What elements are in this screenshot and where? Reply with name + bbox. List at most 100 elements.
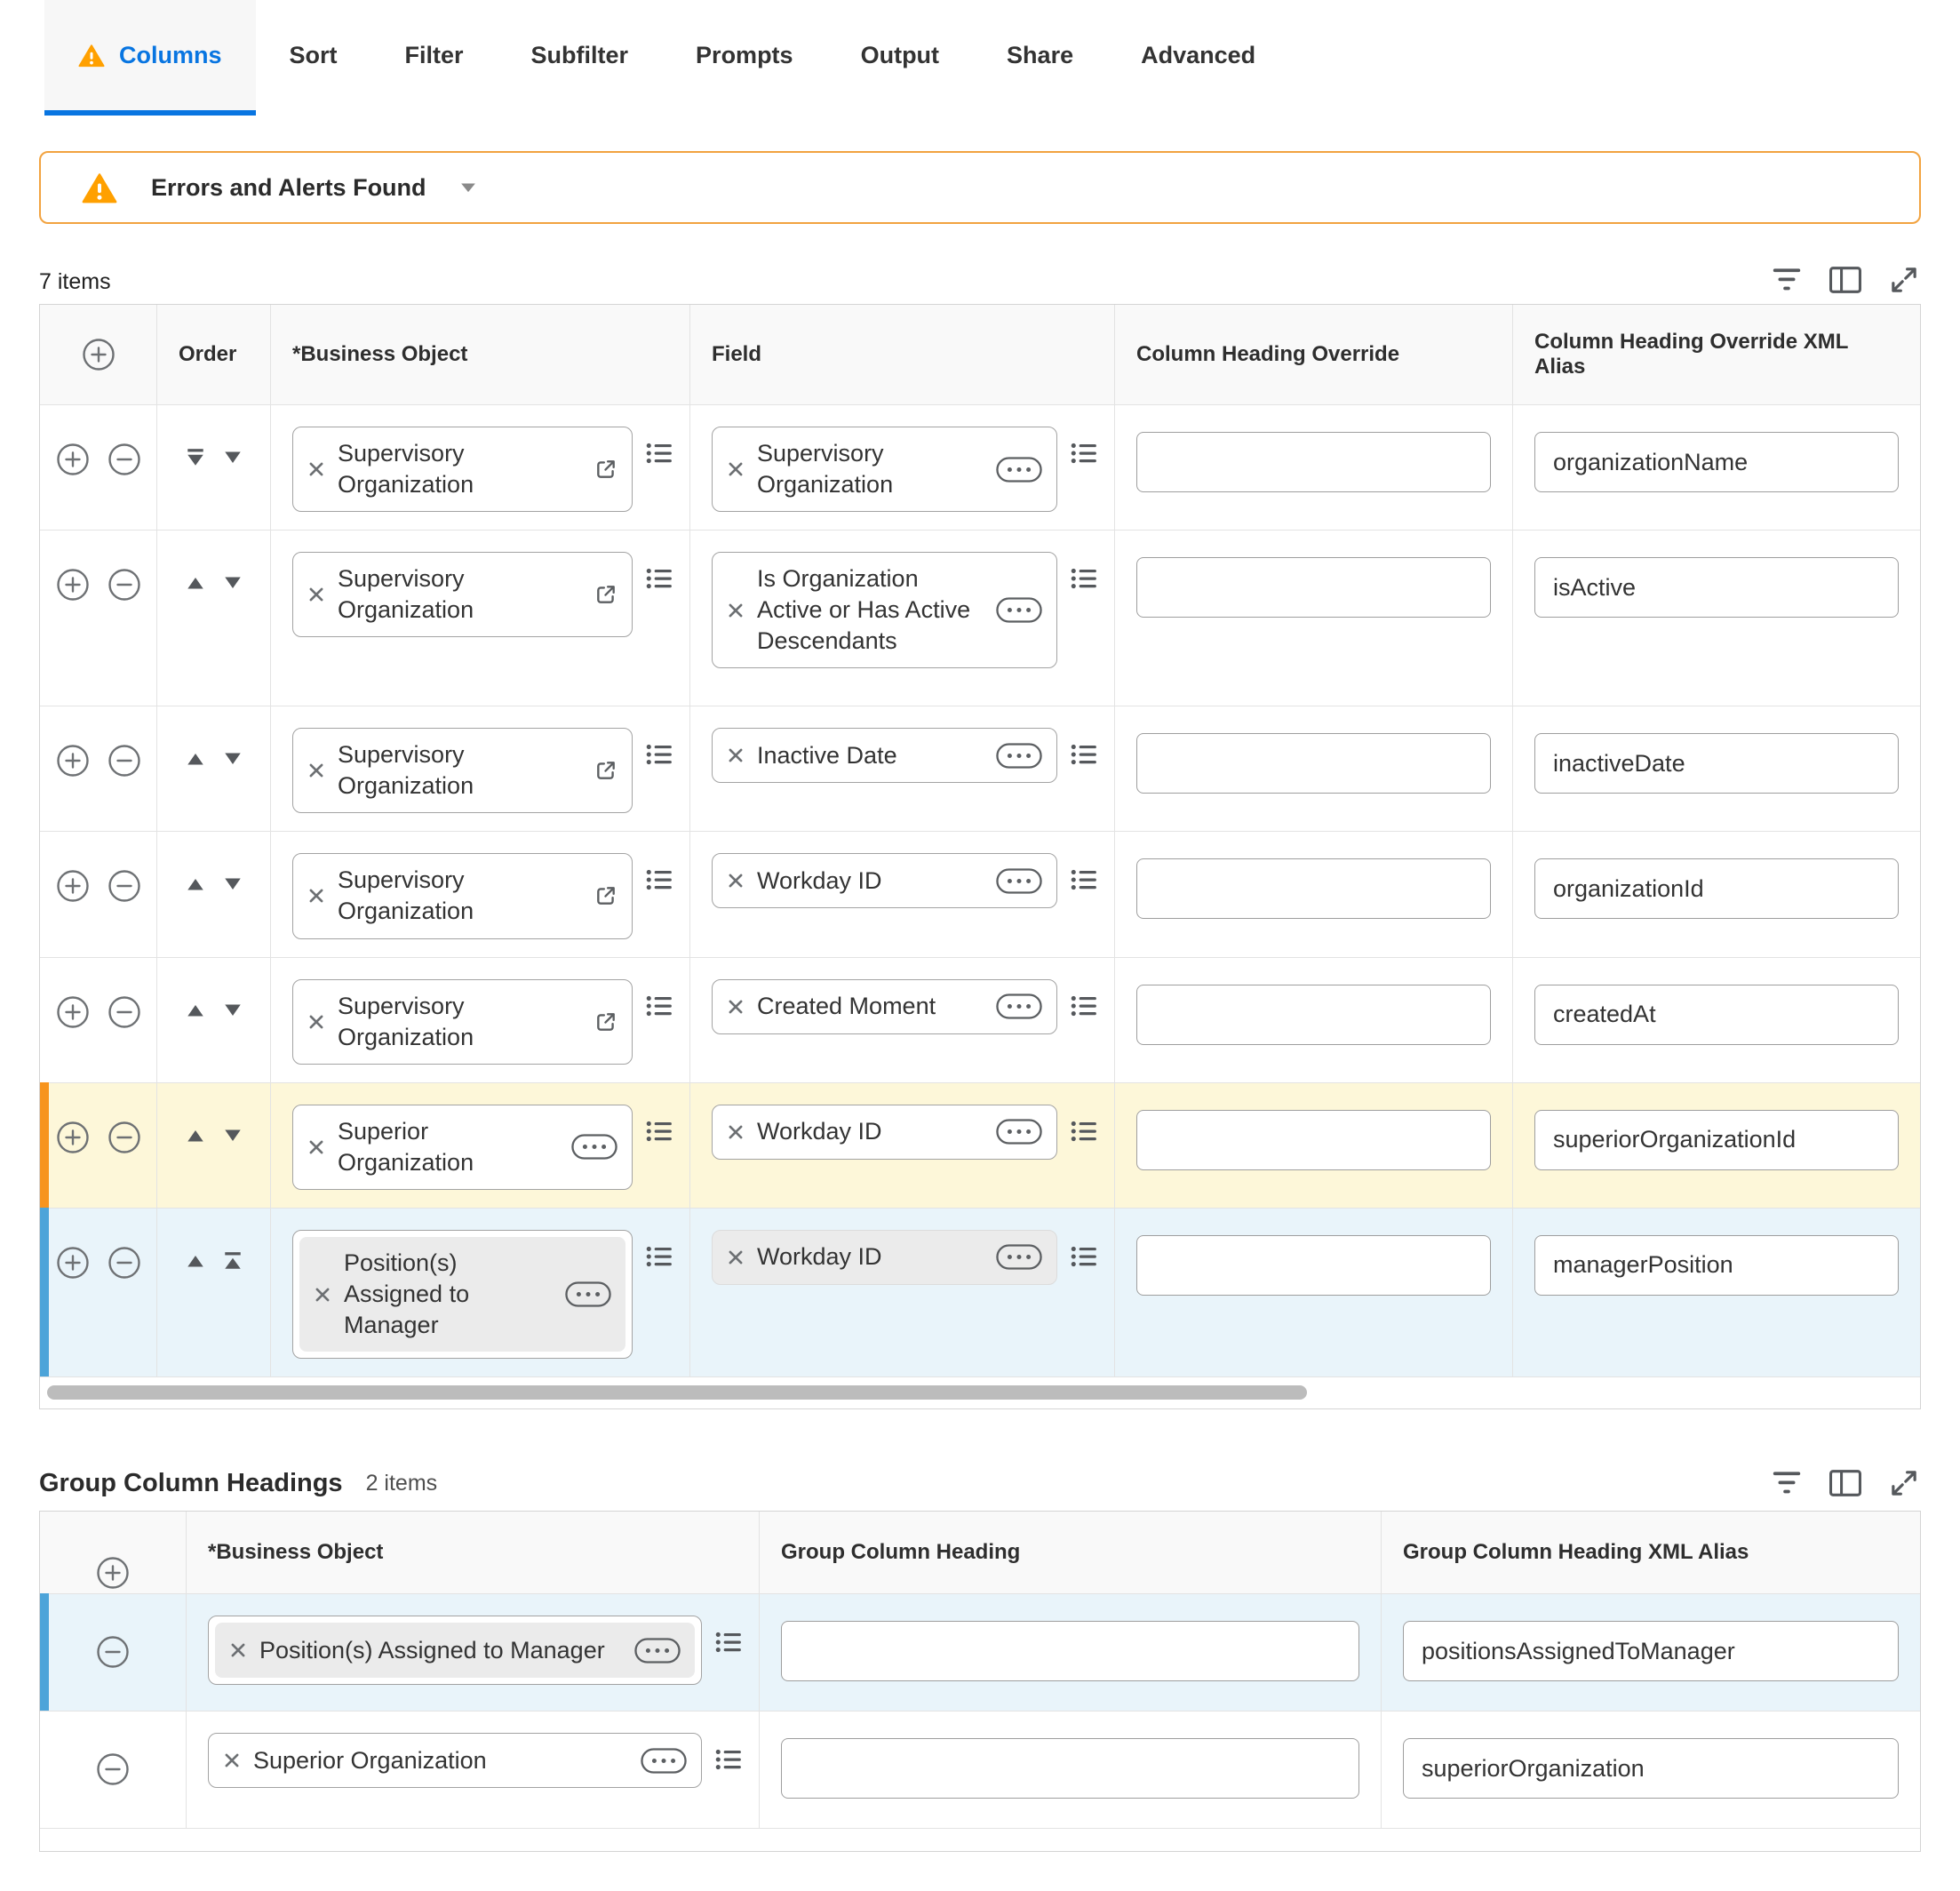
- remove-value-icon[interactable]: [727, 602, 745, 619]
- related-actions-icon[interactable]: [1070, 993, 1098, 1018]
- related-actions-icon[interactable]: [714, 1747, 743, 1772]
- insert-row-button[interactable]: [56, 869, 90, 903]
- related-actions-icon[interactable]: [1070, 1119, 1098, 1144]
- insert-row-button[interactable]: [56, 1246, 90, 1280]
- xml-alias-input[interactable]: [1534, 733, 1899, 794]
- tab-advanced[interactable]: Advanced: [1107, 0, 1289, 116]
- remove-value-icon[interactable]: [229, 1641, 247, 1659]
- tab-filter[interactable]: Filter: [371, 0, 498, 116]
- tab-output[interactable]: Output: [827, 0, 973, 116]
- business-object-chip[interactable]: Superior Organization: [292, 1105, 633, 1190]
- remove-row-button[interactable]: [108, 1246, 141, 1280]
- field-chip[interactable]: Supervisory Organization: [712, 427, 1057, 512]
- group-column-heading-input[interactable]: [781, 1738, 1359, 1799]
- related-actions-icon[interactable]: [1070, 566, 1098, 591]
- add-row-header-button[interactable]: [96, 1556, 130, 1590]
- freeze-columns-icon[interactable]: [1829, 265, 1862, 295]
- ellipsis-icon[interactable]: [996, 457, 1042, 483]
- ellipsis-icon[interactable]: [996, 868, 1042, 894]
- move-to-top-icon[interactable]: [222, 1251, 243, 1271]
- remove-value-icon[interactable]: [727, 746, 745, 764]
- move-to-bottom-icon[interactable]: [185, 448, 206, 467]
- filter-grid-icon[interactable]: [1770, 1468, 1804, 1498]
- column-heading-override-input[interactable]: [1136, 733, 1491, 794]
- business-object-chip[interactable]: Superior Organization: [208, 1733, 702, 1788]
- ellipsis-icon[interactable]: [996, 743, 1042, 769]
- column-heading-override-input[interactable]: [1136, 557, 1491, 618]
- ellipsis-icon[interactable]: [996, 597, 1042, 623]
- remove-value-icon[interactable]: [307, 1013, 325, 1031]
- tab-subfilter[interactable]: Subfilter: [498, 0, 663, 116]
- add-row-header-button[interactable]: [82, 338, 116, 371]
- errors-alert-banner[interactable]: Errors and Alerts Found: [39, 151, 1921, 224]
- business-object-chip[interactable]: Supervisory Organization: [292, 552, 633, 637]
- remove-value-icon[interactable]: [314, 1286, 331, 1304]
- remove-value-icon[interactable]: [307, 586, 325, 603]
- column-heading-override-input[interactable]: [1136, 1235, 1491, 1296]
- move-up-icon[interactable]: [185, 874, 206, 894]
- move-down-icon[interactable]: [222, 749, 243, 769]
- field-chip[interactable]: Created Moment: [712, 979, 1057, 1034]
- remove-value-icon[interactable]: [727, 460, 745, 478]
- remove-value-icon[interactable]: [727, 1123, 745, 1141]
- move-up-icon[interactable]: [185, 1126, 206, 1145]
- remove-value-icon[interactable]: [727, 1249, 745, 1266]
- column-heading-override-input[interactable]: [1136, 432, 1491, 492]
- remove-row-button[interactable]: [96, 1635, 130, 1669]
- column-heading-override-input[interactable]: [1136, 1110, 1491, 1170]
- ellipsis-icon[interactable]: [641, 1748, 687, 1774]
- remove-row-button[interactable]: [96, 1752, 130, 1786]
- external-link-icon[interactable]: [594, 1010, 617, 1033]
- remove-value-icon[interactable]: [307, 1138, 325, 1156]
- group-xml-alias-input[interactable]: [1403, 1738, 1899, 1799]
- move-down-icon[interactable]: [222, 1001, 243, 1020]
- column-heading-override-input[interactable]: [1136, 985, 1491, 1045]
- business-object-chip[interactable]: Position(s) Assigned to Manager: [299, 1237, 625, 1352]
- related-actions-icon[interactable]: [645, 441, 673, 466]
- remove-row-button[interactable]: [108, 744, 141, 778]
- external-link-icon[interactable]: [594, 583, 617, 606]
- business-object-chip[interactable]: Position(s) Assigned to Manager: [215, 1623, 695, 1678]
- chevron-down-icon[interactable]: [460, 182, 476, 193]
- xml-alias-input[interactable]: [1534, 858, 1899, 919]
- freeze-columns-icon[interactable]: [1829, 1468, 1862, 1498]
- xml-alias-input[interactable]: [1534, 432, 1899, 492]
- group-column-heading-input[interactable]: [781, 1621, 1359, 1681]
- related-actions-icon[interactable]: [645, 566, 673, 591]
- group-xml-alias-input[interactable]: [1403, 1621, 1899, 1681]
- business-object-chip[interactable]: Supervisory Organization: [292, 979, 633, 1065]
- move-down-icon[interactable]: [222, 448, 243, 467]
- insert-row-button[interactable]: [56, 443, 90, 476]
- field-chip[interactable]: Inactive Date: [712, 728, 1057, 783]
- ellipsis-icon[interactable]: [565, 1281, 611, 1307]
- insert-row-button[interactable]: [56, 568, 90, 602]
- related-actions-icon[interactable]: [645, 867, 673, 892]
- related-actions-icon[interactable]: [714, 1630, 743, 1655]
- business-object-chip[interactable]: Supervisory Organization: [292, 728, 633, 813]
- tab-columns[interactable]: Columns: [44, 0, 256, 116]
- tab-prompts[interactable]: Prompts: [662, 0, 827, 116]
- horizontal-scrollbar-thumb[interactable]: [47, 1385, 1307, 1400]
- insert-row-button[interactable]: [56, 995, 90, 1029]
- xml-alias-input[interactable]: [1534, 1110, 1899, 1170]
- related-actions-icon[interactable]: [1070, 742, 1098, 767]
- expand-grid-icon[interactable]: [1887, 265, 1921, 295]
- remove-row-button[interactable]: [108, 443, 141, 476]
- remove-value-icon[interactable]: [307, 460, 325, 478]
- remove-row-button[interactable]: [108, 568, 141, 602]
- expand-grid-icon[interactable]: [1887, 1468, 1921, 1498]
- remove-value-icon[interactable]: [223, 1751, 241, 1769]
- related-actions-icon[interactable]: [645, 1244, 673, 1269]
- field-chip[interactable]: Workday ID: [712, 1105, 1057, 1160]
- remove-row-button[interactable]: [108, 869, 141, 903]
- move-up-icon[interactable]: [185, 749, 206, 769]
- horizontal-scrollbar-track[interactable]: [40, 1376, 1920, 1408]
- move-down-icon[interactable]: [222, 1126, 243, 1145]
- related-actions-icon[interactable]: [1070, 441, 1098, 466]
- business-object-picker[interactable]: Position(s) Assigned to Manager: [208, 1616, 702, 1685]
- move-up-icon[interactable]: [185, 1251, 206, 1271]
- insert-row-button[interactable]: [56, 1121, 90, 1154]
- field-chip[interactable]: Workday ID: [712, 1230, 1057, 1285]
- external-link-icon[interactable]: [594, 759, 617, 782]
- move-up-icon[interactable]: [185, 573, 206, 593]
